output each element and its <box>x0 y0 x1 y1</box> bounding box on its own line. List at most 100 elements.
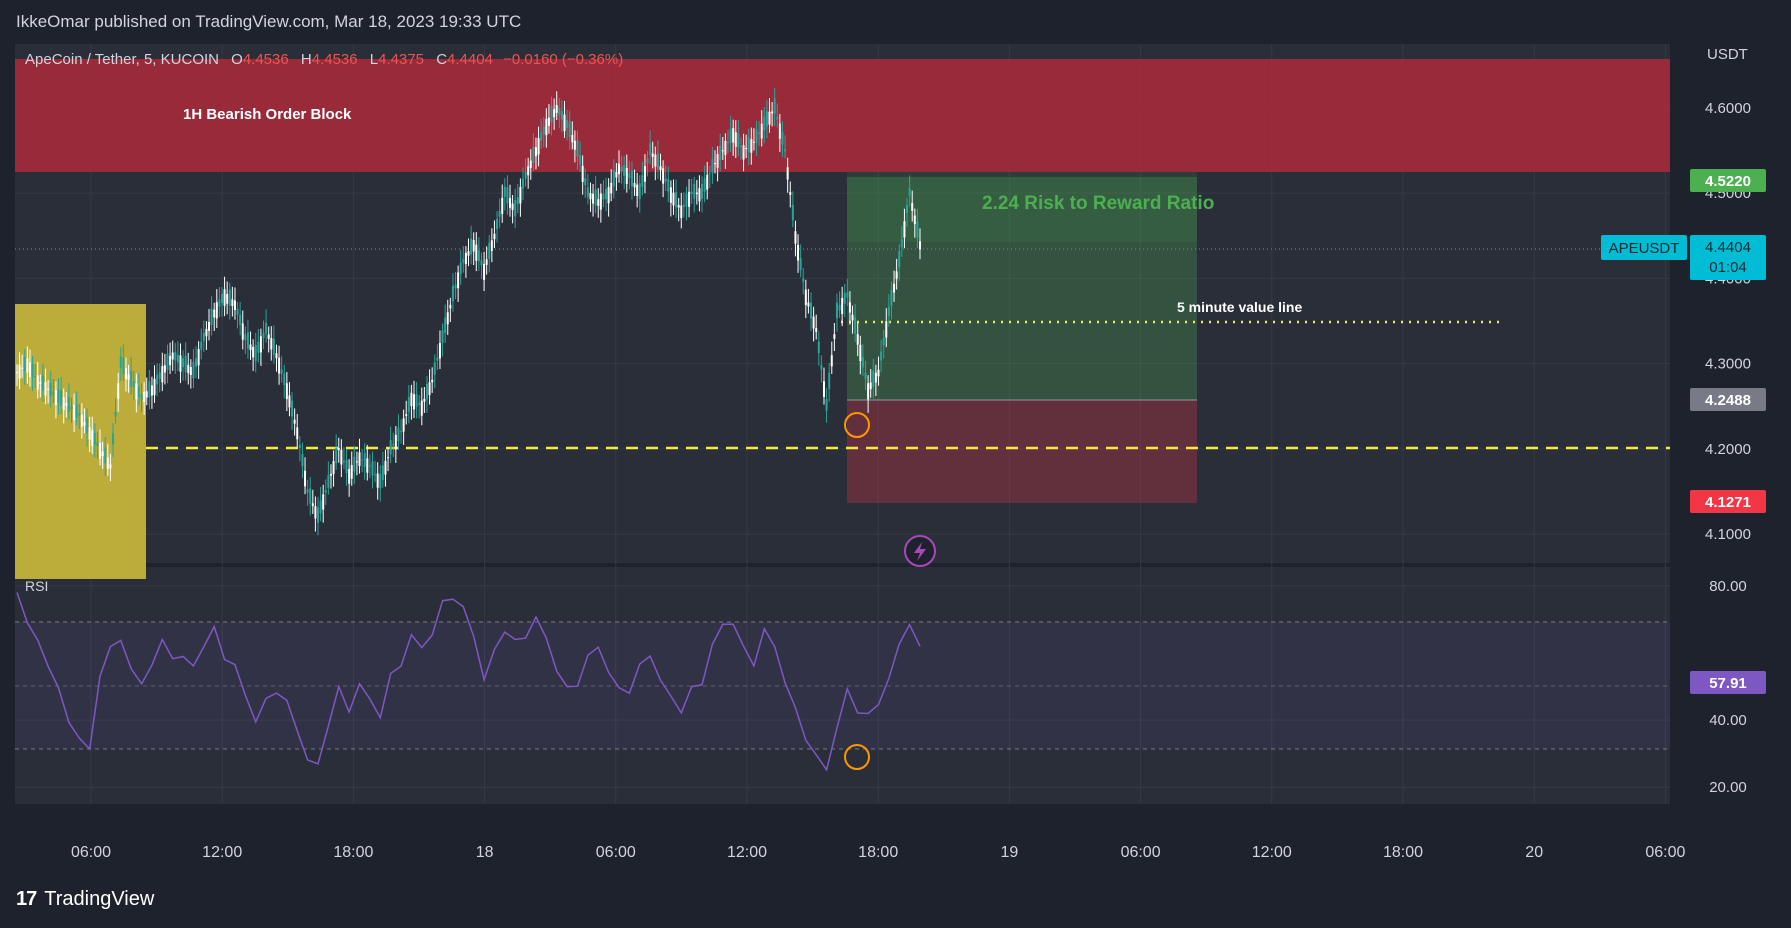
rsi-tick-label: 80.00 <box>1709 578 1747 595</box>
candle-body <box>236 308 239 315</box>
symbol-name: ApeCoin / Tether, 5, KUCOIN <box>25 51 219 68</box>
candle-body <box>470 238 473 255</box>
candle-body <box>397 427 400 442</box>
candle-body <box>106 457 109 469</box>
candle-body <box>880 351 883 361</box>
candle-body <box>739 146 742 148</box>
candle-body <box>630 170 633 187</box>
candle-body <box>503 186 506 198</box>
candle-body <box>623 164 626 177</box>
candle-body <box>602 193 605 200</box>
candle-body <box>355 461 358 463</box>
candle-body <box>314 506 317 519</box>
candle-body <box>506 187 509 204</box>
candle-body <box>21 367 24 369</box>
time-tick-label: 06:00 <box>71 844 111 861</box>
candle-body <box>620 166 623 172</box>
candle-body <box>540 132 543 141</box>
candle-body <box>664 178 667 182</box>
candle-body <box>701 183 704 199</box>
candle-body <box>327 475 330 488</box>
candle-body <box>877 369 880 377</box>
candle-body <box>169 355 172 366</box>
candle-body <box>911 203 914 211</box>
candle-body <box>265 322 268 334</box>
candle-body <box>825 399 828 411</box>
candle-body <box>28 362 31 378</box>
candle-body <box>833 334 836 339</box>
candle-body <box>898 251 901 268</box>
time-tick-label: 18:00 <box>333 844 373 861</box>
candle-body <box>662 168 665 184</box>
candle-body <box>34 375 37 377</box>
price-tick-label: 4.1000 <box>1705 526 1751 543</box>
candle-body <box>296 427 299 440</box>
candle-body <box>67 396 70 412</box>
candle-body <box>252 346 255 358</box>
candle-body <box>454 284 457 289</box>
candle-body <box>778 123 781 139</box>
symbol-legend[interactable]: ApeCoin / Tether, 5, KUCOIN O4.4536 H4.4… <box>25 51 623 68</box>
candle-body <box>444 317 447 334</box>
candle-body <box>195 358 198 367</box>
candle-body <box>659 166 662 170</box>
candle-body <box>335 448 338 464</box>
candle-body <box>119 356 122 368</box>
candle-body <box>558 107 561 116</box>
candle-body <box>257 341 260 353</box>
candle-body <box>633 182 636 188</box>
candle-body <box>592 193 595 204</box>
candle-body <box>329 473 332 476</box>
candle-body <box>848 302 851 313</box>
candle-body <box>672 192 675 206</box>
candle-body <box>667 179 670 192</box>
candle-body <box>163 365 166 373</box>
candle-body <box>130 370 133 387</box>
candle-body <box>851 314 854 321</box>
candle-body <box>304 470 307 487</box>
candle-body <box>436 357 439 361</box>
high-value: 4.4536 <box>312 51 358 68</box>
candle-body <box>228 289 231 306</box>
candle-body <box>75 404 78 418</box>
candle-body <box>62 397 65 411</box>
candle-body <box>677 204 680 208</box>
risk-zone[interactable] <box>847 400 1197 503</box>
candle-body <box>109 464 112 469</box>
candle-body <box>846 292 849 298</box>
candle-body <box>270 338 273 350</box>
candle-body <box>332 461 335 475</box>
candle-body <box>760 123 763 139</box>
tradingview-footer[interactable]: 17 TradingView <box>16 888 154 911</box>
candle-body <box>353 456 356 472</box>
candle-body <box>340 449 343 465</box>
candle-body <box>54 390 57 406</box>
candle-body <box>311 503 314 507</box>
candle-body <box>498 210 501 217</box>
chart-frame[interactable]: 1H Bearish Order Block 2.24 Risk to Rewa… <box>15 44 1775 872</box>
chart-svg[interactable]: 1H Bearish Order Block 2.24 Risk to Rewa… <box>15 44 1775 872</box>
candle-body <box>742 145 745 160</box>
candle-body <box>114 411 117 417</box>
candle-body <box>322 494 325 510</box>
time-scale-bg[interactable] <box>15 804 1775 872</box>
candle-body <box>246 332 249 349</box>
candle-body <box>916 221 919 238</box>
candle-body <box>843 292 846 304</box>
candle-body <box>555 104 558 113</box>
candle-body <box>579 155 582 165</box>
candle-body <box>241 323 244 340</box>
candle-body <box>41 375 44 391</box>
candle-body <box>49 383 52 397</box>
candle-body <box>628 172 631 179</box>
candle-body <box>259 336 262 353</box>
candle-body <box>794 231 797 244</box>
candle-body <box>895 271 898 279</box>
candle-body <box>906 204 909 214</box>
candle-body <box>254 345 257 362</box>
candle-body <box>799 258 802 271</box>
candle-body <box>841 297 844 315</box>
candle-body <box>867 383 870 400</box>
left-highlight-zone[interactable] <box>15 304 146 579</box>
candle-body <box>291 400 294 417</box>
